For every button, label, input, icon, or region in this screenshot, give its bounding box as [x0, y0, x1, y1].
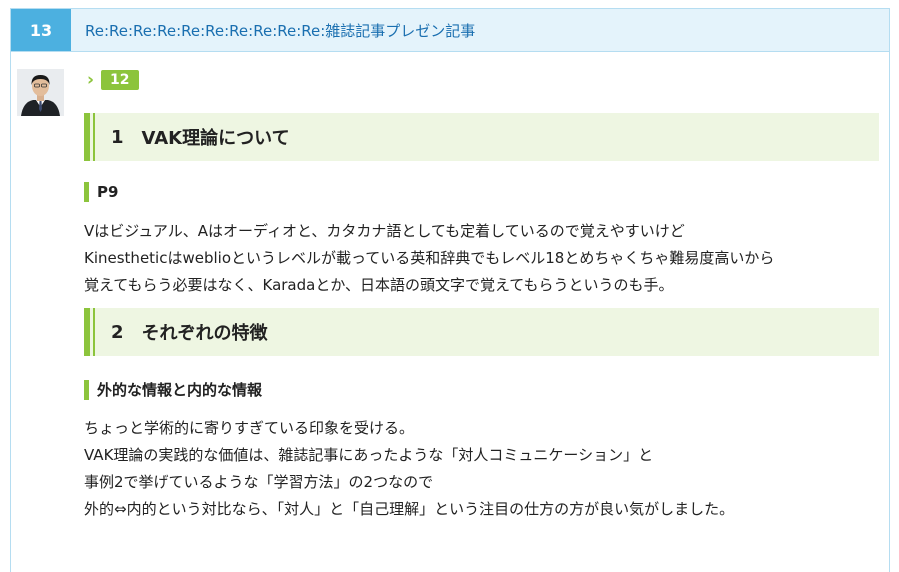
- text-line: VAK理論の実践的な価値は、雑誌記事にあったような「対人コミュニケーション」と: [84, 446, 654, 464]
- text-line: 外的⇔内的という対比なら、「対人」と「自己理解」という注目の仕方の方が良い気がし…: [84, 500, 735, 518]
- subheading-p9: P9: [84, 182, 879, 202]
- section-heading-features: 2 それぞれの特徴: [84, 308, 879, 356]
- section-number: 2: [111, 321, 124, 343]
- post-content: 1 VAK理論について P9 Vはビジュアル、Aはオーディオと、カタカナ語として…: [84, 105, 879, 523]
- section-number: 1: [111, 126, 124, 148]
- subheading-external-internal: 外的な情報と内的な情報: [84, 380, 879, 400]
- avatar[interactable]: [17, 69, 64, 116]
- section-title: VAK理論について: [141, 128, 290, 149]
- post-header: 13 Re:Re:Re:Re:Re:Re:Re:Re:Re:Re:雑誌記事プレゼ…: [11, 9, 889, 52]
- paragraph-features: ちょっと学術的に寄りすぎている印象を受ける。 VAK理論の実践的な価値は、雑誌記…: [84, 415, 879, 523]
- text-line: Vはビジュアル、Aはオーディオと、カタカナ語としても定着しているので覚えやすいけ…: [84, 222, 685, 240]
- text-line: 覚えてもらう必要はなく、Karadaとか、日本語の頭文字で覚えてもらうというのも…: [84, 276, 674, 294]
- post-title-link[interactable]: Re:Re:Re:Re:Re:Re:Re:Re:Re:Re:雑誌記事プレゼン記事: [71, 9, 475, 51]
- text-line: Kinestheticはweblioというレベルが載っている英和辞典でもレベル1…: [84, 249, 775, 267]
- text-line: 事例2で挙げているような「学習方法」の2つなので: [84, 473, 434, 491]
- chevron-right-icon: ›: [87, 69, 95, 90]
- section-heading-vak: 1 VAK理論について: [84, 113, 879, 161]
- post-number-badge: 13: [11, 9, 71, 51]
- section-title: それぞれの特徴: [141, 323, 268, 344]
- paragraph-vak: Vはビジュアル、Aはオーディオと、カタカナ語としても定着しているので覚えやすいけ…: [84, 218, 879, 299]
- text-line: ちょっと学術的に寄りすぎている印象を受ける。: [84, 419, 415, 437]
- post-card: 13 Re:Re:Re:Re:Re:Re:Re:Re:Re:Re:雑誌記事プレゼ…: [10, 8, 890, 572]
- reply-reference: › 12: [87, 70, 139, 90]
- avatar-image: [17, 69, 64, 116]
- reply-to-badge[interactable]: 12: [101, 70, 139, 90]
